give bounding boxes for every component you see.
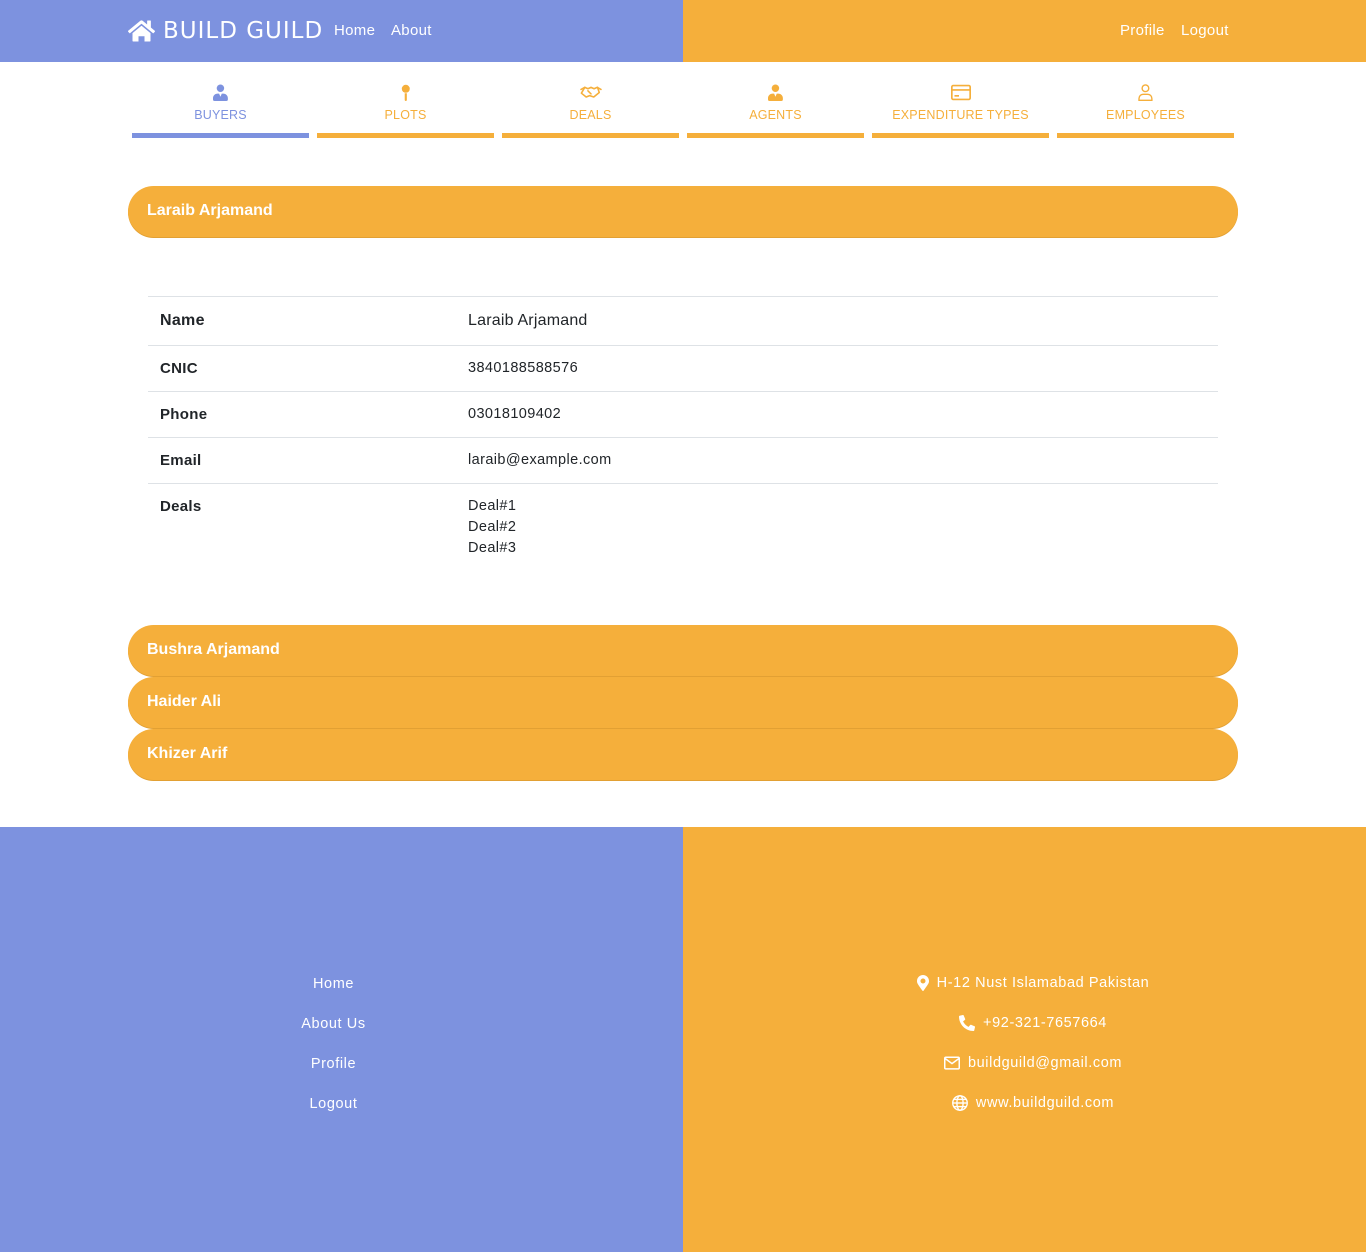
map-pin-icon (401, 84, 410, 101)
footer-right-panel (683, 827, 1366, 1252)
footer-address: H-12 Nust Islamabad Pakistan (683, 975, 1366, 991)
nav-profile-link[interactable]: Profile (1120, 22, 1165, 39)
tab-expenditure-types[interactable]: EXPENDITURE TYPES (868, 62, 1053, 138)
address-text: H-12 Nust Islamabad Pakistan (936, 975, 1150, 991)
nav-logout-link[interactable]: Logout (1181, 22, 1229, 39)
user-outline-icon (1138, 84, 1153, 101)
website-text: www.buildguild.com (975, 1095, 1115, 1111)
phone-icon (959, 1015, 976, 1031)
section-tabs: BUYERS PLOTS DEALS AGENTS EXPENDITURE TY… (128, 62, 1238, 142)
credit-card-icon (950, 84, 971, 101)
cnic-label: CNIC (160, 360, 198, 377)
globe-icon (951, 1095, 968, 1111)
handshake-icon (579, 86, 602, 98)
tab-label: DEALS (569, 108, 612, 122)
top-navbar: BUILD GUILD Home About Profile Logout (0, 0, 1366, 62)
phone-label: Phone (160, 406, 208, 423)
deals-label: Deals (160, 498, 202, 515)
buyer-accordion-header[interactable]: Laraib Arjamand (128, 186, 1238, 237)
nav-home-link[interactable]: Home (334, 22, 375, 39)
deal-link[interactable]: Deal#1 (468, 498, 516, 514)
table-row: CNIC 3840188588576 (148, 346, 1218, 392)
footer-email: buildguild@gmail.com (683, 1055, 1366, 1071)
email-label: Email (160, 452, 202, 469)
tab-indicator (317, 133, 494, 138)
home-icon (128, 20, 155, 42)
tab-label: BUYERS (194, 108, 247, 122)
table-row: Phone 03018109402 (148, 392, 1218, 438)
tab-indicator (502, 133, 679, 138)
agent-icon (768, 84, 783, 101)
footer-left-panel: Home About Us Profile Logout (0, 827, 683, 1252)
buyer-accordion-header[interactable]: Khizer Arif (128, 729, 1238, 780)
footer-home-link[interactable]: Home (0, 976, 667, 992)
table-row: Name Laraib Arjamand (148, 297, 1218, 346)
tab-indicator (872, 133, 1049, 138)
tab-label: AGENTS (749, 108, 802, 122)
tab-deals[interactable]: DEALS (498, 62, 683, 138)
tab-label: EMPLOYEES (1106, 108, 1185, 122)
nav-about-link[interactable]: About (391, 22, 432, 39)
email-text: buildguild@gmail.com (967, 1055, 1123, 1071)
brand-logo-link[interactable]: BUILD GUILD (128, 16, 323, 46)
footer: Home About Us Profile Logout (0, 827, 1366, 1252)
footer-website: www.buildguild.com (683, 1095, 1366, 1111)
phone-value: 03018109402 (468, 406, 562, 422)
deal-link[interactable]: Deal#2 (468, 519, 516, 535)
footer-about-link[interactable]: About Us (0, 1016, 667, 1032)
name-label: Name (160, 312, 205, 329)
tab-label: EXPENDITURE TYPES (892, 108, 1029, 122)
brand-name: BUILD GUILD (163, 18, 324, 44)
buyer-accordion-header[interactable]: Bushra Arjamand (128, 625, 1238, 676)
tab-indicator (687, 133, 864, 138)
table-row: Deals Deal#1 Deal#2 Deal#3 (148, 484, 1218, 568)
navbar-right-panel (683, 0, 1366, 62)
envelope-icon (943, 1056, 960, 1070)
tab-buyers[interactable]: BUYERS (128, 62, 313, 138)
deal-link[interactable]: Deal#3 (468, 540, 516, 556)
cnic-value: 3840188588576 (468, 360, 579, 376)
buyer-details-table: Name Laraib Arjamand CNIC 3840188588576 … (148, 296, 1218, 568)
footer-phone: +92-321-7657664 (683, 1015, 1366, 1031)
tab-agents[interactable]: AGENTS (683, 62, 868, 138)
footer-profile-link[interactable]: Profile (0, 1056, 667, 1072)
email-value: laraib@example.com (468, 452, 612, 468)
tab-label: PLOTS (384, 108, 427, 122)
footer-logout-link[interactable]: Logout (0, 1096, 667, 1112)
tab-employees[interactable]: EMPLOYEES (1053, 62, 1238, 138)
table-row: Email laraib@example.com (148, 438, 1218, 484)
map-marker-icon (916, 975, 929, 991)
buyer-name-link[interactable]: Laraib Arjamand (468, 312, 588, 330)
buyer-icon (213, 84, 228, 101)
buyer-accordion-header[interactable]: Haider Ali (128, 677, 1238, 728)
phone-text: +92-321-7657664 (983, 1015, 1107, 1031)
tab-active-indicator (132, 133, 309, 138)
tab-indicator (1057, 133, 1234, 138)
tab-plots[interactable]: PLOTS (313, 62, 498, 138)
